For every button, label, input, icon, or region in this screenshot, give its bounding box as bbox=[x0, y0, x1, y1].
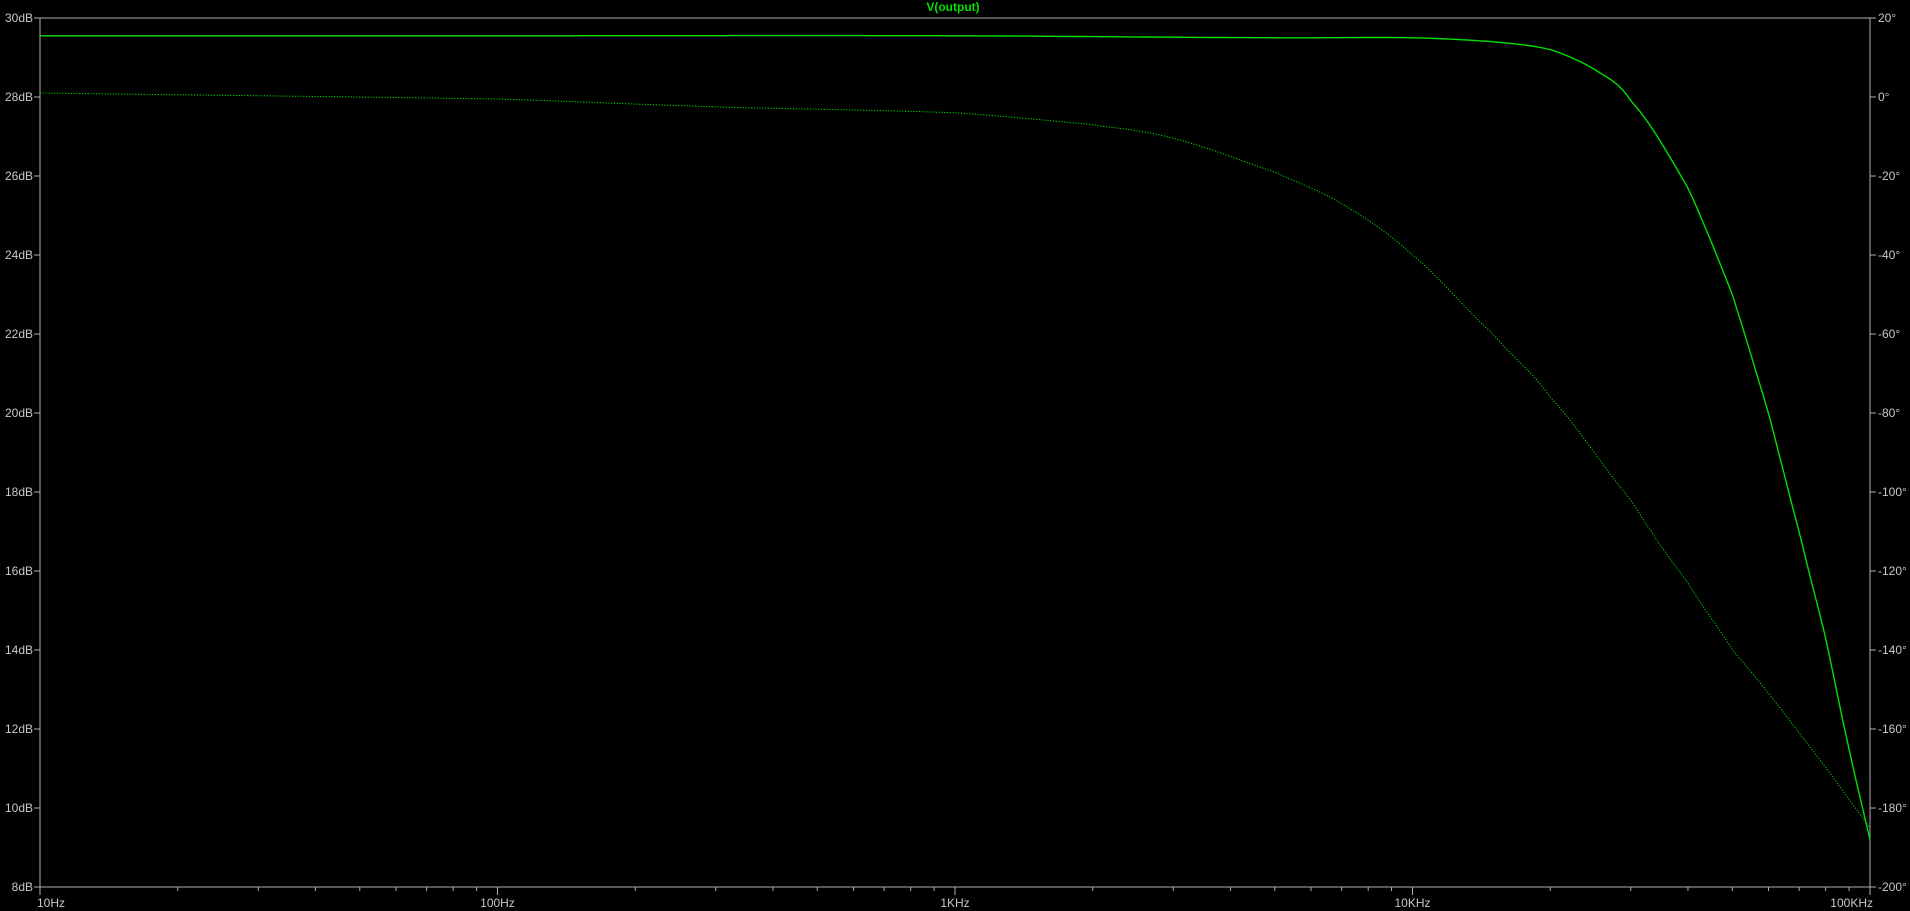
y-left-tick-label: 16dB bbox=[5, 564, 33, 578]
y-right-tick-label: -20° bbox=[1878, 169, 1900, 183]
y-left-tick-label: 24dB bbox=[5, 248, 33, 262]
y-right-tick-label: -80° bbox=[1878, 406, 1900, 420]
y-left-tick-label: 30dB bbox=[5, 11, 33, 25]
x-tick-label: 100Hz bbox=[480, 896, 515, 910]
x-tick-label: 1KHz bbox=[940, 896, 969, 910]
y-left-tick-label: 18dB bbox=[5, 485, 33, 499]
y-right-tick-label: -40° bbox=[1878, 248, 1900, 262]
y-right-tick-label: 20° bbox=[1878, 11, 1896, 25]
y-right-tick-label: -200° bbox=[1878, 880, 1907, 894]
y-left-tick-label: 12dB bbox=[5, 722, 33, 736]
y-left-tick-label: 14dB bbox=[5, 643, 33, 657]
y-right-tick-label: 0° bbox=[1878, 90, 1890, 104]
x-tick-label: 10KHz bbox=[1394, 896, 1430, 910]
y-right-tick-label: -160° bbox=[1878, 722, 1907, 736]
y-right-tick-label: -120° bbox=[1878, 564, 1907, 578]
y-left-tick-label: 26dB bbox=[5, 169, 33, 183]
bode-plot: V(output) 10Hz 100Hz 1KHz 10KHz 100KHz 30dB 28… bbox=[0, 0, 1910, 911]
y-right-tick-label: -60° bbox=[1878, 327, 1900, 341]
chart-title: V(output) bbox=[926, 0, 979, 14]
y-right-tick-label: -140° bbox=[1878, 643, 1907, 657]
y-right-tick-label: -100° bbox=[1878, 485, 1907, 499]
y-left-tick-label: 22dB bbox=[5, 327, 33, 341]
x-tick-label: 100KHz bbox=[1830, 896, 1873, 910]
y-left-tick-label: 8dB bbox=[12, 880, 33, 894]
plot-background bbox=[0, 0, 1910, 911]
y-left-tick-label: 20dB bbox=[5, 406, 33, 420]
y-left-tick-label: 10dB bbox=[5, 801, 33, 815]
y-left-tick-label: 28dB bbox=[5, 90, 33, 104]
y-right-tick-label: -180° bbox=[1878, 801, 1907, 815]
x-tick-label: 10Hz bbox=[37, 896, 65, 910]
